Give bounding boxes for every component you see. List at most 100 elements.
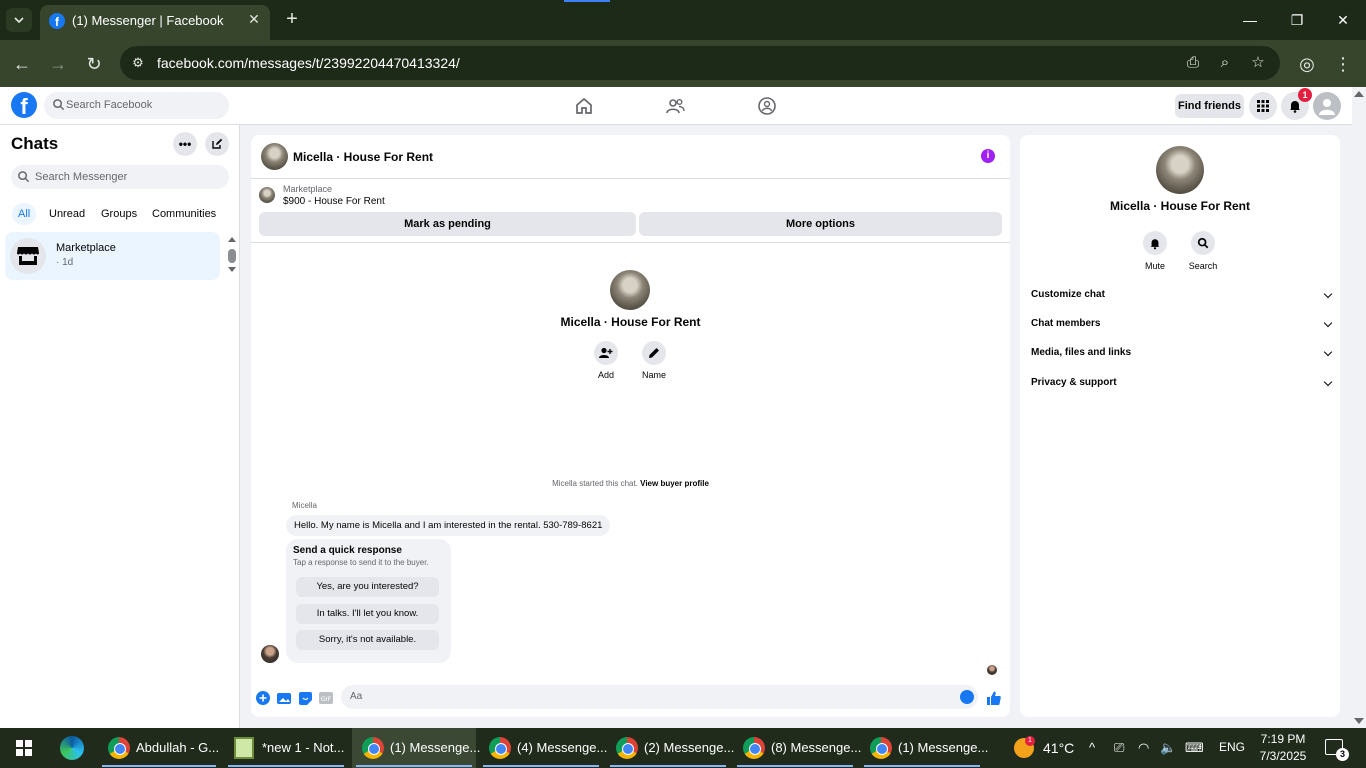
close-window-button[interactable]: ✕	[1331, 8, 1355, 32]
photo-icon[interactable]	[277, 691, 291, 705]
customize-chat-section[interactable]: Customize chat	[1031, 285, 1333, 305]
media-files-links-section[interactable]: Media, files and links	[1031, 343, 1333, 363]
browser-tab[interactable]: f (1) Messenger | Facebook ✕	[40, 5, 270, 40]
chat-list-item[interactable]: Marketplace · 1d	[5, 232, 220, 280]
pencil-icon	[649, 348, 659, 358]
search-icon	[18, 171, 30, 183]
mark-as-pending-button[interactable]: Mark as pending	[259, 212, 636, 236]
conversation-title[interactable]: Micella · House For Rent	[293, 150, 433, 164]
bookmark-star-icon[interactable]: ☆	[1249, 54, 1267, 72]
listing-title[interactable]: $900 - House For Rent	[283, 196, 385, 207]
close-tab-icon[interactable]: ✕	[246, 11, 262, 27]
messenger-search-input[interactable]: Search Messenger	[11, 165, 229, 189]
site-info-icon[interactable]: ⚙	[130, 55, 146, 71]
more-options-button[interactable]: More options	[639, 212, 1002, 236]
address-bar[interactable]: ⚙ facebook.com/messages/t/23992204470413…	[120, 46, 1280, 80]
edge-icon[interactable]	[60, 736, 84, 760]
chat-options-button[interactable]: •••	[173, 132, 197, 156]
mute-action[interactable]: Mute	[1133, 231, 1177, 271]
notification-center-icon[interactable]: 3	[1325, 739, 1349, 761]
bell-icon	[1290, 101, 1300, 113]
new-tab-button[interactable]: +	[281, 8, 303, 30]
privacy-support-section[interactable]: Privacy & support	[1031, 373, 1333, 393]
profile-avatar[interactable]	[610, 270, 650, 310]
plus-circle-icon[interactable]	[256, 691, 270, 705]
temperature[interactable]: 41°C	[1043, 740, 1074, 756]
filter-all[interactable]: All	[12, 203, 37, 225]
filter-unread[interactable]: Unread	[43, 203, 91, 225]
svg-text:GIF: GIF	[321, 695, 332, 703]
chevron-up-icon[interactable]: ^	[1089, 740, 1095, 755]
facebook-favicon-icon: f	[49, 13, 65, 29]
tab-search-dropdown[interactable]	[6, 8, 32, 32]
chats-sidebar: Chats ••• Search Messenger All Unread Gr…	[0, 125, 240, 728]
conversation-header[interactable]: Micella · House For Rent i	[251, 135, 1010, 179]
message-input[interactable]: Aa	[341, 685, 978, 709]
gif-icon[interactable]: GIF	[319, 691, 333, 705]
device-icon[interactable]: ⎚	[1114, 740, 1124, 756]
taskbar-item[interactable]: (1) Messenge...	[860, 728, 988, 768]
taskbar-item[interactable]: (2) Messenge...	[606, 728, 734, 768]
search-placeholder: Search Facebook	[66, 99, 153, 111]
keyboard-icon[interactable]: ⌨	[1185, 740, 1204, 756]
message-bubble[interactable]: Hello. My name is Micella and I am inter…	[286, 515, 611, 536]
user-avatar-icon	[1319, 99, 1335, 115]
restore-button[interactable]: ❐	[1285, 8, 1309, 32]
taskbar-item-label: (8) Messenge...	[771, 740, 862, 755]
sticker-icon[interactable]	[298, 691, 312, 705]
add-label: Add	[597, 370, 614, 380]
reload-button[interactable]: ↻	[82, 52, 106, 76]
quick-reply-button[interactable]: In talks. I'll let you know.	[296, 604, 439, 624]
add-people-action[interactable]: Add	[581, 341, 631, 380]
quick-reply-button[interactable]: Sorry, it's not available.	[296, 630, 439, 650]
view-buyer-profile-link[interactable]: View buyer profile	[640, 479, 709, 488]
filter-communities[interactable]: Communities	[146, 203, 222, 225]
menu-grid-button[interactable]	[1249, 92, 1277, 120]
forward-button[interactable]: →	[46, 52, 70, 76]
like-icon[interactable]	[987, 691, 1001, 705]
profile-icon[interactable]: ◎	[1295, 52, 1319, 76]
friends-icon[interactable]	[664, 95, 686, 117]
clock[interactable]: 7:19 PM 7/3/2025	[1255, 731, 1311, 765]
new-message-button[interactable]	[205, 132, 229, 156]
name-action[interactable]: Name	[629, 341, 679, 380]
search-action[interactable]: Search	[1181, 231, 1225, 271]
search-label: Search	[1188, 261, 1218, 271]
listing-thumbnail[interactable]	[259, 187, 275, 203]
volume-icon[interactable]: 🔈	[1160, 740, 1176, 756]
info-icon[interactable]: i	[981, 149, 995, 163]
info-avatar[interactable]	[1156, 146, 1204, 194]
tab-indicator	[564, 0, 610, 2]
facebook-search-input[interactable]: Search Facebook	[44, 92, 229, 119]
groups-icon[interactable]	[756, 95, 778, 117]
wifi-icon[interactable]: ◠	[1138, 740, 1149, 756]
zoom-icon[interactable]: ⌕	[1216, 54, 1234, 72]
facebook-logo-icon[interactable]: f	[11, 92, 37, 118]
seen-indicator-avatar	[987, 665, 997, 675]
chat-list-scrollbar[interactable]	[227, 237, 237, 277]
home-icon[interactable]	[573, 95, 595, 117]
account-avatar[interactable]	[1313, 92, 1341, 120]
quick-response-card: Send a quick response Tap a response to …	[286, 539, 451, 663]
taskbar-item[interactable]: Abdullah - G...	[98, 728, 220, 768]
chrome-icon	[743, 737, 765, 759]
minimize-button[interactable]: —	[1238, 8, 1262, 32]
windows-start-icon[interactable]	[16, 740, 32, 756]
taskbar-item[interactable]: *new 1 - Not...	[224, 728, 348, 768]
conversation-avatar[interactable]	[261, 143, 288, 170]
quick-reply-button[interactable]: Yes, are you interested?	[296, 577, 439, 597]
language-indicator[interactable]: ENG	[1219, 740, 1245, 754]
back-button[interactable]: ←	[10, 52, 34, 76]
filter-groups[interactable]: Groups	[95, 203, 143, 225]
taskbar-item[interactable]: (4) Messenge...	[479, 728, 607, 768]
emoji-icon[interactable]	[960, 690, 974, 704]
menu-kebab-icon[interactable]: ⋮	[1331, 52, 1355, 76]
taskbar-item-active[interactable]: (1) Messenge...	[352, 728, 480, 768]
page-scrollbar[interactable]	[1352, 87, 1366, 728]
install-app-icon[interactable]: ⎙	[1184, 54, 1202, 72]
browser-toolbar: ← → ↻ ⚙ facebook.com/messages/t/23992204…	[0, 40, 1366, 87]
taskbar-item[interactable]: (8) Messenge...	[733, 728, 861, 768]
find-friends-button[interactable]: Find friends	[1175, 94, 1244, 118]
chat-members-section[interactable]: Chat members	[1031, 314, 1333, 334]
sender-avatar[interactable]	[261, 645, 279, 663]
